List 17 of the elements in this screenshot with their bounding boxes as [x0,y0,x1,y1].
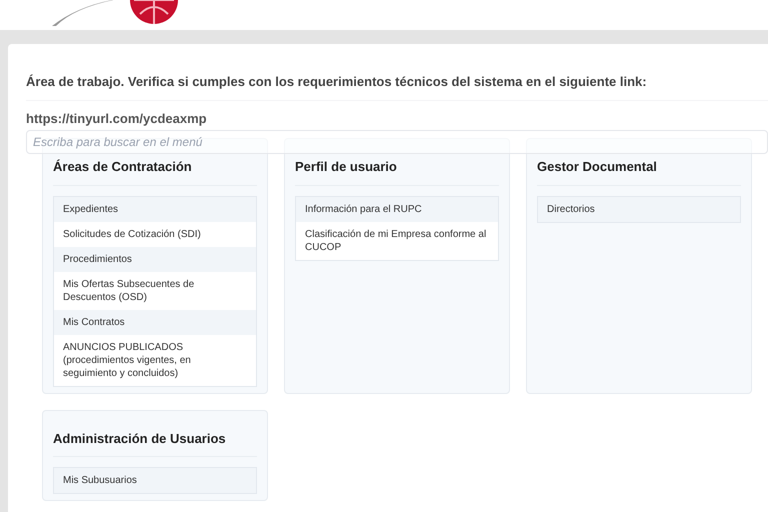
menu-item[interactable]: Procedimientos [54,246,256,272]
menu-item[interactable]: Información para el RUPC [296,196,498,222]
notice-text: Área de trabajo. Verifica si cumples con los requerimientos técnicos del sistema en el siguiente link: [26,72,768,100]
menu-item[interactable]: Mis Subusuarios [54,468,256,493]
search-field[interactable]: Escriba para buscar en el menú [26,130,768,154]
menu-item[interactable]: Expedientes [54,196,256,222]
card-title: Administración de Usuarios [53,428,257,457]
menu-item[interactable]: Mis Contratos [54,310,256,334]
menu-item[interactable]: Directorios [538,196,740,222]
card-title: Perfil de usuario [295,157,499,186]
menu-item[interactable]: Solicitudes de Cotización (SDI) [54,222,256,246]
menu-item[interactable]: Mis Ofertas Subsecuentes de Descuentos (OSD) [54,272,256,310]
requirements-link[interactable]: https://tinyurl.com/ycdeaxmp [26,108,207,128]
card-title: Gestor Documental [537,157,741,186]
menu-item[interactable]: Clasificación de mi Empresa conforme al CUCOP [296,222,498,260]
card-title: Áreas de Contratación [53,157,257,186]
menu-item[interactable]: ANUNCIOS PUBLICADOS (procedimientos vigentes, en seguimiento y concluidos) [54,334,256,386]
